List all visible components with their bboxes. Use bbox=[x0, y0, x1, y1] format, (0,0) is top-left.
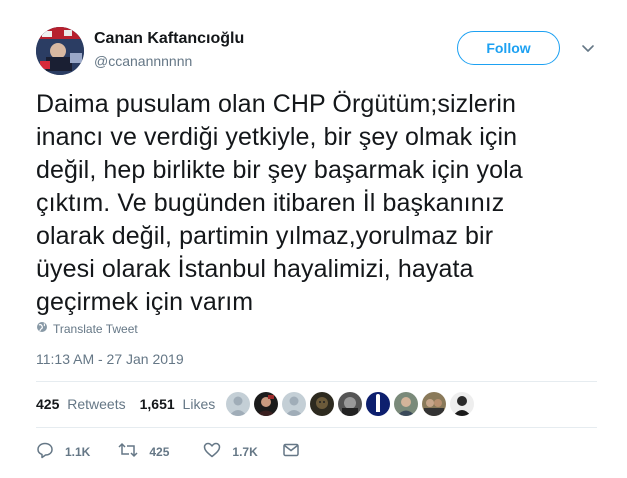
tweet-actions: 1.1K 425 1.7K bbox=[36, 441, 300, 462]
tweet-text: Daima pusulam olan CHP Örgütüm;sizlerin … bbox=[36, 90, 523, 316]
heart-icon bbox=[203, 441, 221, 462]
retweet-button[interactable]: 425 bbox=[118, 441, 169, 462]
divider bbox=[36, 427, 597, 428]
envelope-icon bbox=[282, 441, 300, 462]
likes-label: Likes bbox=[182, 396, 216, 412]
direct-message-button[interactable] bbox=[282, 441, 300, 462]
liker-avatar[interactable] bbox=[450, 392, 474, 416]
liker-avatar[interactable] bbox=[422, 392, 446, 416]
follow-button[interactable]: Follow bbox=[457, 31, 560, 65]
reply-count: 1.1K bbox=[65, 444, 91, 459]
globe-icon bbox=[36, 321, 48, 336]
like-count: 1.7K bbox=[232, 444, 258, 459]
liker-avatar[interactable] bbox=[366, 392, 390, 416]
retweets-stat[interactable]: 425 Retweets bbox=[36, 396, 126, 412]
likes-count: 1,651 bbox=[139, 396, 175, 412]
author-avatar[interactable] bbox=[36, 27, 84, 75]
tweet-stats: 425 Retweets 1,651 Likes bbox=[36, 396, 215, 412]
translate-tweet-link[interactable]: Translate Tweet bbox=[36, 321, 138, 336]
divider bbox=[36, 381, 597, 382]
liker-avatar[interactable] bbox=[282, 392, 306, 416]
liker-avatar[interactable] bbox=[310, 392, 334, 416]
retweet-count: 425 bbox=[149, 444, 170, 459]
retweet-icon bbox=[118, 441, 138, 462]
chevron-down-icon[interactable] bbox=[580, 40, 596, 56]
liker-avatars bbox=[226, 392, 474, 416]
tweet-timestamp[interactable]: 11:13 AM - 27 Jan 2019 bbox=[36, 351, 184, 367]
retweets-label: Retweets bbox=[67, 396, 126, 412]
likes-stat[interactable]: 1,651 Likes bbox=[140, 396, 216, 412]
translate-label: Translate Tweet bbox=[53, 321, 138, 336]
reply-button[interactable]: 1.1K bbox=[36, 441, 90, 462]
retweets-count: 425 bbox=[36, 396, 60, 412]
author-handle[interactable]: @ccanannnnnn bbox=[94, 53, 192, 69]
reply-icon bbox=[36, 441, 54, 462]
author-name[interactable]: Canan Kaftancıoğlu bbox=[94, 30, 244, 48]
liker-avatar[interactable] bbox=[254, 392, 278, 416]
liker-avatar[interactable] bbox=[226, 392, 250, 416]
liker-avatar[interactable] bbox=[338, 392, 362, 416]
like-button[interactable]: 1.7K bbox=[203, 441, 258, 462]
liker-avatar[interactable] bbox=[394, 392, 418, 416]
